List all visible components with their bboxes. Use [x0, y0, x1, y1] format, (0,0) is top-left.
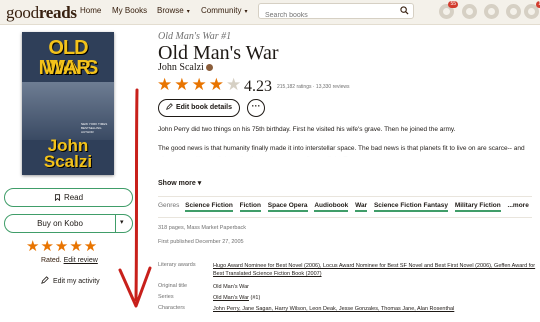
read-button[interactable]: Read	[4, 188, 133, 207]
cover-author-line2: Scalzi	[43, 152, 93, 171]
series-link[interactable]: Old Man's War #1	[158, 31, 231, 42]
nav-my-books[interactable]: My Books	[112, 6, 147, 15]
chevron-down-icon[interactable]: ▾	[120, 218, 124, 226]
detail-key: Original title	[158, 283, 188, 289]
star-icon: ★	[157, 75, 175, 94]
logo-text-bold: reads	[38, 3, 77, 22]
genres-label: Genres	[158, 202, 180, 209]
genre-link[interactable]: Science Fiction	[185, 202, 233, 212]
description-paragraph: John Perry did two things on his 75th bi…	[158, 126, 456, 133]
genre-link[interactable]: Audiobook	[314, 202, 349, 212]
profile-badge: 1	[536, 1, 540, 8]
group-icon[interactable]	[462, 4, 477, 19]
rating-counts[interactable]: 215,182 ratings · 13,330 reviews	[277, 84, 350, 90]
book-cover[interactable]: OLD MAN'S WAR NEW YORK TIMES BESTSELLING…	[22, 32, 114, 175]
series-number: (#1)	[250, 295, 261, 301]
search-box[interactable]	[258, 3, 414, 20]
cover-blurb: NEW YORK TIMES BESTSELLING AUTHOR	[81, 122, 108, 134]
characters-links[interactable]: John Perry, Jane Sagan, Harry Wilson, Le…	[213, 306, 454, 312]
logo-text-light: good	[6, 3, 39, 22]
average-rating: 4.23	[244, 78, 272, 95]
profile-avatar[interactable]: 1	[524, 1, 540, 19]
rated-label: Rated.	[41, 257, 62, 264]
show-more-label: Show more	[158, 180, 196, 187]
chevron-down-icon: ▾	[186, 9, 190, 15]
genre-link[interactable]: Fiction	[239, 202, 261, 212]
notifications-icon[interactable]: 55	[439, 1, 458, 19]
pencil-icon	[166, 103, 173, 110]
read-label: Read	[63, 193, 84, 202]
divider	[158, 196, 532, 197]
detail-key: Series	[158, 294, 174, 300]
edit-book-details-label: Edit book details	[175, 104, 232, 111]
average-rating-stars: ★★★★★	[157, 75, 243, 95]
awards-link[interactable]: Hugo Award Nominee for Best Novel (2006)…	[213, 263, 535, 277]
messages-icon[interactable]	[484, 4, 499, 19]
pencil-icon	[41, 276, 49, 284]
search-icon[interactable]	[400, 6, 409, 15]
edit-book-details-button[interactable]: Edit book details	[158, 99, 240, 117]
nav-community[interactable]: Community ▾	[201, 6, 247, 15]
nav-browse-label: Browse	[157, 6, 184, 15]
series-value-link[interactable]: Old Man's War	[213, 295, 249, 301]
divider	[158, 217, 532, 218]
show-more-button[interactable]: Show more ▾	[158, 179, 201, 187]
edit-activity-link[interactable]: Edit my activity	[41, 276, 100, 285]
detail-value: Hugo Award Nominee for Best Novel (2006)…	[213, 262, 538, 278]
button-divider	[115, 215, 116, 232]
nav-browse[interactable]: Browse ▾	[157, 6, 190, 15]
cover-title-line2: WAR	[46, 57, 91, 79]
detail-key: Literary awards	[158, 262, 196, 268]
author-badge-icon	[205, 64, 213, 72]
author-name: John Scalzi	[158, 62, 204, 73]
star-empty-icon: ★	[226, 75, 244, 94]
friends-icon[interactable]	[506, 4, 521, 19]
detail-key: Characters	[158, 305, 185, 311]
original-title-value: Old Man's War	[213, 284, 249, 290]
book-description: John Perry did two things on his 75th bi…	[158, 124, 532, 165]
author-link[interactable]: John Scalzi	[158, 62, 213, 73]
buy-on-kobo-button[interactable]: Buy on Kobo ▾	[4, 214, 133, 233]
top-nav: goodreads Home My Books Browse ▾ Communit…	[0, 0, 540, 25]
user-rating-stars[interactable]: ★★★★★	[26, 237, 98, 255]
bookmark-icon	[54, 194, 60, 202]
genre-link[interactable]: War	[355, 202, 368, 212]
genre-link[interactable]: Science Fiction Fantasy	[373, 202, 449, 212]
star-icon: ★	[208, 75, 226, 94]
rated-status: Rated. Edit review	[41, 257, 98, 264]
genres-more-link[interactable]: ...more	[508, 202, 529, 209]
detail-value: Old Man's War (#1)	[213, 294, 538, 302]
edit-activity-label: Edit my activity	[53, 278, 100, 285]
chevron-down-icon: ▾	[244, 9, 248, 15]
more-options-button[interactable]: ···	[247, 99, 265, 117]
detail-value: Old Man's War	[213, 283, 538, 291]
publication-date: First published December 27, 2005	[158, 239, 244, 245]
star-icon: ★	[191, 75, 209, 94]
detail-value: John Perry, Jane Sagan, Harry Wilson, Le…	[213, 305, 538, 313]
star-icon: ★	[174, 75, 192, 94]
goodreads-logo[interactable]: goodreads	[6, 3, 77, 23]
genre-link[interactable]: Space Opera	[267, 202, 308, 212]
search-input[interactable]	[263, 11, 397, 20]
nav-home[interactable]: Home	[80, 6, 101, 15]
edit-review-link[interactable]: Edit review	[64, 257, 98, 264]
page-count: 318 pages, Mass Market Paperback	[158, 225, 247, 231]
description-paragraph: The good news is that humanity finally m…	[158, 143, 532, 157]
nav-community-label: Community	[201, 6, 242, 15]
notifications-badge: 55	[448, 1, 458, 8]
buy-label: Buy on Kobo	[37, 219, 83, 228]
chevron-down-icon: ▾	[197, 180, 202, 187]
genre-link[interactable]: Military Fiction	[454, 202, 501, 212]
genres-list: Genres Science Fiction Fiction Space Ope…	[158, 202, 529, 212]
